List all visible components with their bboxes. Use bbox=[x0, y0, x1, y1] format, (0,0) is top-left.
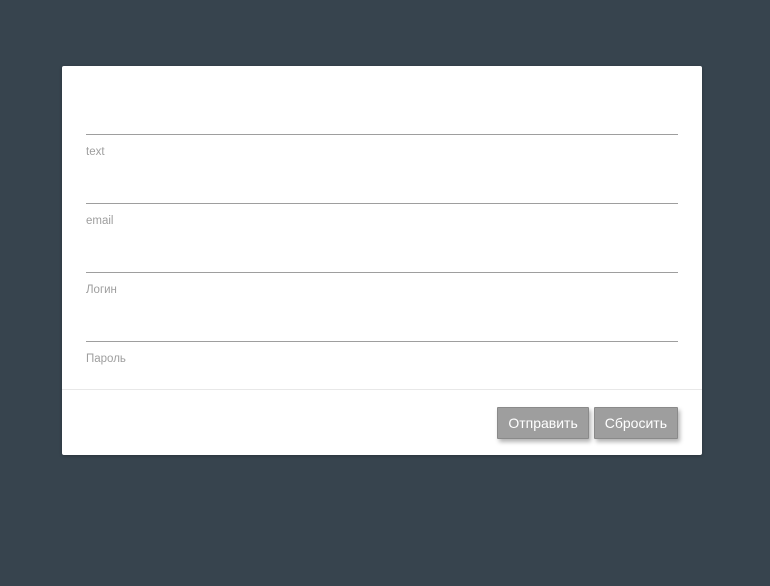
login-field-label: Логин bbox=[86, 284, 117, 296]
email-field-group: email bbox=[86, 174, 678, 228]
reset-button[interactable]: Сбросить bbox=[593, 407, 678, 439]
text-field-label: text bbox=[86, 146, 105, 158]
password-input[interactable] bbox=[86, 312, 678, 342]
text-input[interactable] bbox=[86, 105, 678, 135]
submit-button[interactable]: Отправить bbox=[497, 407, 589, 439]
password-field-group: Пароль bbox=[86, 312, 678, 366]
password-field-label: Пароль bbox=[86, 353, 126, 365]
text-field-group: text bbox=[86, 105, 678, 159]
login-field-group: Логин bbox=[86, 243, 678, 297]
actions-divider bbox=[62, 389, 702, 390]
form-actions: Отправить Сбросить bbox=[497, 407, 678, 439]
form-card: text email Логин Пароль Отправить Сброси… bbox=[62, 66, 702, 455]
login-input[interactable] bbox=[86, 243, 678, 273]
email-field-label: email bbox=[86, 215, 114, 227]
email-input[interactable] bbox=[86, 174, 678, 204]
